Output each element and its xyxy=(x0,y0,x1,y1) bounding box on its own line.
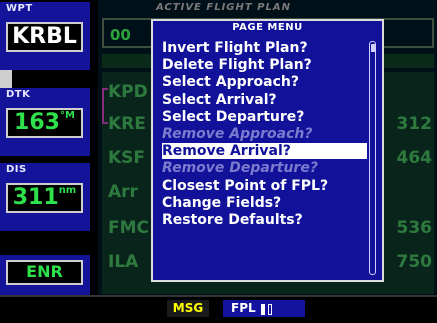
menu-item-remove-approach: Remove Approach? xyxy=(162,125,313,142)
waypoint-id[interactable]: KRE xyxy=(108,114,146,134)
menu-item-select-approach[interactable]: Select Approach? xyxy=(162,74,367,90)
leg-distance: 750 xyxy=(396,252,433,272)
desired-track-field[interactable]: DTK 163°M xyxy=(0,88,90,156)
desired-track-unit: °M xyxy=(59,110,75,121)
distance-box: 311nm xyxy=(6,183,83,213)
message-annunciator[interactable]: MSG xyxy=(167,300,209,317)
distance-field[interactable]: DIS 311nm xyxy=(0,163,90,231)
page-group-indicator: FPL xyxy=(223,300,305,317)
desired-track-label: DTK xyxy=(6,89,31,100)
flight-phase-field: ENR xyxy=(0,255,90,296)
leg-distance: 464 xyxy=(396,148,433,168)
desired-track-value: 163 xyxy=(14,110,60,135)
menu-scrollbar[interactable] xyxy=(369,41,376,275)
page-indicator-active-icon xyxy=(261,304,265,315)
gps-screen: ACTIVE FLIGHT PLAN 00 KPD KRE KSF Arr FM… xyxy=(0,0,437,323)
status-bar: MSG FPL xyxy=(0,297,437,323)
waypoint-value: KRBL xyxy=(6,22,83,52)
leg-distance: 312 xyxy=(396,114,433,134)
waypoint-id[interactable]: KSF xyxy=(108,148,145,168)
menu-item-select-arrival[interactable]: Select Arrival? xyxy=(162,92,367,108)
page-menu-title: PAGE MENU xyxy=(232,22,303,33)
distance-value: 311 xyxy=(12,185,59,210)
page-group-label: FPL xyxy=(231,301,256,315)
waypoint-id[interactable]: Arr xyxy=(108,182,138,202)
menu-item-remove-arrival[interactable]: Remove Arrival? xyxy=(162,143,367,160)
page-indicator-inactive-icon xyxy=(268,304,272,315)
menu-item-closest-point-of-fpl[interactable]: Closest Point of FPL? xyxy=(162,178,367,194)
flight-phase-value: ENR xyxy=(6,260,83,285)
distance-label: DIS xyxy=(6,164,27,175)
page-menu-list: Invert Flight Plan? Delete Flight Plan? … xyxy=(162,40,367,229)
waypoint-field-label: WPT xyxy=(6,3,33,14)
menu-item-delete-flight-plan[interactable]: Delete Flight Plan? xyxy=(162,57,367,73)
leg-distance: 536 xyxy=(396,218,433,238)
waypoint-id[interactable]: KPD xyxy=(108,82,148,102)
page-menu[interactable]: PAGE MENU Invert Flight Plan? Delete Fli… xyxy=(151,19,384,282)
waypoint-id[interactable]: ILA xyxy=(108,252,138,272)
menu-item-change-fields[interactable]: Change Fields? xyxy=(162,195,367,211)
leg-number: 00 xyxy=(110,26,131,44)
distance-unit: nm xyxy=(58,185,77,196)
menu-item-restore-defaults[interactable]: Restore Defaults? xyxy=(162,212,367,228)
menu-scroll-thumb[interactable] xyxy=(370,44,375,52)
page-title: ACTIVE FLIGHT PLAN xyxy=(156,2,291,13)
menu-item-select-departure[interactable]: Select Departure? xyxy=(162,109,367,125)
desired-track-box: 163°M xyxy=(6,108,83,138)
menu-item-remove-departure: Remove Departure? xyxy=(162,160,318,177)
waypoint-field[interactable]: WPT KRBL xyxy=(0,2,90,70)
menu-item-invert-flight-plan[interactable]: Invert Flight Plan? xyxy=(162,40,367,56)
waypoint-id[interactable]: FMC xyxy=(108,218,149,238)
